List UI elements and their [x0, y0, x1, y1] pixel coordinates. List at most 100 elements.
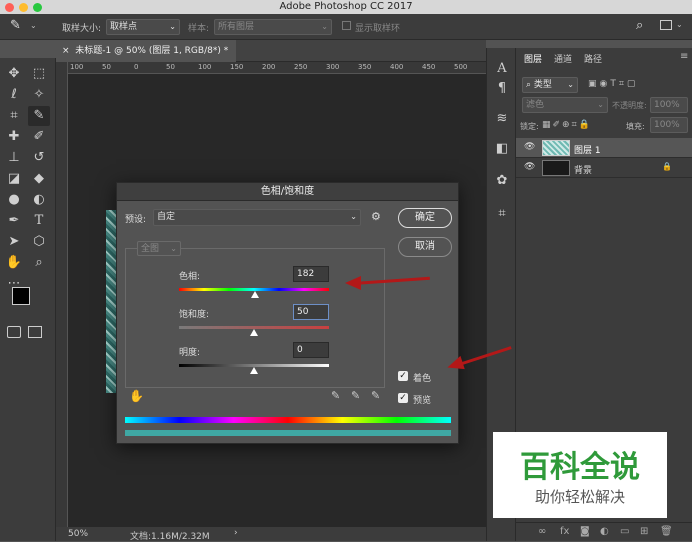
visibility-eye-icon[interactable]: 👁	[524, 142, 535, 152]
magic-wand-tool-icon[interactable]: ✧	[28, 85, 50, 105]
adjustment-layer-icon[interactable]: ◐	[600, 526, 609, 537]
fx-icon[interactable]: fx	[560, 526, 569, 537]
layer-filter-icons[interactable]: ▣◉T⌗▢	[588, 79, 638, 89]
preset-select[interactable]: 自定 ⌄	[153, 209, 361, 226]
chevron-down-icon[interactable]: ⌄	[30, 21, 37, 30]
move-tool-icon[interactable]: ✥	[3, 64, 25, 84]
close-window-button[interactable]	[5, 3, 14, 12]
info-panel-icon[interactable]: ◧	[491, 138, 513, 160]
show-ring-checkbox[interactable]	[342, 21, 351, 30]
lightness-input[interactable]: 0	[293, 342, 329, 358]
clone-stamp-tool-icon[interactable]: ⊥	[3, 148, 25, 168]
visibility-eye-icon[interactable]: 👁	[524, 162, 535, 172]
opacity-input[interactable]: 100%	[650, 97, 688, 113]
layer-row[interactable]: 👁 背景 🔒	[516, 158, 692, 178]
zoom-tool-icon[interactable]: ⌕	[28, 253, 50, 273]
zoom-level[interactable]: 50%	[68, 529, 88, 539]
saturation-slider-thumb[interactable]	[250, 329, 258, 336]
link-layers-icon[interactable]: ∞	[538, 526, 546, 537]
tools-panel: ✥ ⬚ ℓ ✧ ⌗ ✎ ✚ ✐ ⊥ ↺ ◪ ◆ ● ◐ ✒ T ➤ ⬡ ✋ ⌕ …	[0, 58, 56, 541]
new-layer-icon[interactable]: ⊞	[640, 526, 648, 537]
sample-select[interactable]: 所有图层 ⌄	[214, 19, 332, 35]
preset-options-gear-icon[interactable]: ⚙	[371, 210, 381, 223]
eyedropper-tool-preset-icon[interactable]: ✎	[10, 18, 21, 33]
document-tab-bar: × 未标题-1 @ 50% (图层 1, RGB/8*) *	[56, 40, 486, 62]
screen-mode-icon[interactable]	[28, 326, 42, 338]
dodge-tool-icon[interactable]: ◐	[28, 190, 50, 210]
preset-value: 自定	[157, 212, 176, 222]
delete-layer-icon[interactable]: 🗑	[660, 526, 673, 537]
minimize-window-button[interactable]	[19, 3, 28, 12]
eyedropper-subtract-icon[interactable]: ✎	[371, 389, 380, 402]
vertical-ruler	[56, 62, 68, 529]
lasso-tool-icon[interactable]: ℓ	[3, 85, 25, 105]
document-tab-title: 未标题-1 @ 50% (图层 1, RGB/8*) *	[75, 46, 229, 56]
workspace-icon[interactable]	[660, 20, 672, 30]
status-menu-arrow-icon[interactable]: ›	[234, 528, 238, 538]
tab-channels[interactable]: 通道	[554, 52, 572, 65]
fill-label: 填充:	[626, 122, 645, 131]
layer-filter-value: 类型	[533, 80, 552, 90]
path-selection-tool-icon[interactable]: ➤	[3, 232, 25, 252]
workspace-chevron-icon[interactable]: ⌄	[676, 20, 683, 29]
preview-checkbox[interactable]: ✓	[398, 393, 408, 403]
ok-button[interactable]: 确定	[398, 208, 452, 228]
type-tool-icon[interactable]: T	[28, 211, 50, 231]
layer-name[interactable]: 背景	[574, 163, 592, 176]
swatches-panel-icon[interactable]: ✿	[491, 170, 513, 192]
paragraph-panel-icon[interactable]: ¶	[491, 78, 513, 100]
layer-row[interactable]: 👁 图层 1	[516, 138, 692, 158]
colorize-checkbox[interactable]: ✓	[398, 371, 408, 381]
marquee-tool-icon[interactable]: ⬚	[28, 64, 50, 84]
hue-input[interactable]: 182	[293, 266, 329, 282]
eyedropper-icon[interactable]: ✎	[331, 389, 340, 402]
saturation-input[interactable]: 50	[293, 304, 329, 320]
hand-tool-icon[interactable]: ✋	[3, 253, 25, 273]
channel-select[interactable]: 全图 ⌄	[137, 241, 181, 256]
blend-mode-select[interactable]: 滤色 ⌄	[522, 97, 608, 113]
healing-brush-tool-icon[interactable]: ✚	[3, 127, 25, 147]
hue-slider-thumb[interactable]	[250, 291, 259, 298]
quick-mask-icon[interactable]	[7, 326, 21, 338]
zoom-window-button[interactable]	[33, 3, 42, 12]
search-icon: ⌕	[526, 80, 532, 90]
paint-bucket-tool-icon[interactable]: ◆	[28, 169, 50, 189]
sample-size-value: 取样点	[110, 22, 138, 32]
crop-panel-icon[interactable]: ⌗	[491, 203, 513, 225]
lock-icons[interactable]: ▦✐⊕⌗🔒	[542, 120, 592, 130]
sample-size-select[interactable]: 取样点 ⌄	[106, 19, 180, 35]
character-panel-icon[interactable]: A	[491, 58, 513, 80]
layer-filter-select[interactable]: ⌕ 类型 ⌄	[522, 77, 578, 93]
add-mask-icon[interactable]: ◙	[580, 526, 590, 537]
history-brush-tool-icon[interactable]: ↺	[28, 148, 50, 168]
group-icon[interactable]: ▭	[620, 526, 629, 537]
foreground-color-swatch[interactable]	[12, 287, 30, 305]
close-tab-icon[interactable]: ×	[62, 46, 70, 56]
tab-paths[interactable]: 路径	[584, 52, 602, 65]
document-tab[interactable]: × 未标题-1 @ 50% (图层 1, RGB/8*) *	[56, 40, 236, 62]
sample-label: 样本:	[188, 24, 210, 34]
layer-name[interactable]: 图层 1	[574, 143, 601, 156]
sample-value: 所有图层	[218, 22, 255, 32]
lock-label: 锁定:	[520, 122, 539, 131]
targeted-adjustment-hand-icon[interactable]: ✋	[129, 389, 144, 403]
search-icon[interactable]: ⌕	[636, 18, 643, 33]
cancel-button[interactable]: 取消	[398, 237, 452, 257]
fill-input[interactable]: 100%	[650, 117, 688, 133]
title-bar: Adobe Photoshop CC 2017	[0, 0, 692, 14]
layers-panel-icon[interactable]: ≋	[491, 108, 513, 130]
crop-tool-icon[interactable]: ⌗	[3, 106, 25, 126]
lightness-slider-thumb[interactable]	[250, 367, 258, 374]
pen-tool-icon[interactable]: ✒	[3, 211, 25, 231]
output-color-bar	[125, 430, 451, 436]
app-title: Adobe Photoshop CC 2017	[279, 1, 413, 12]
blur-tool-icon[interactable]: ●	[3, 190, 25, 210]
tab-layers[interactable]: 图层	[524, 52, 542, 65]
panel-menu-icon[interactable]: ≡	[680, 51, 688, 62]
eyedropper-add-icon[interactable]: ✎	[351, 389, 360, 402]
shape-tool-icon[interactable]: ⬡	[28, 232, 50, 252]
eraser-tool-icon[interactable]: ◪	[3, 169, 25, 189]
eyedropper-tool-icon[interactable]: ✎	[28, 106, 50, 126]
ruler-tick-label: 50	[166, 63, 175, 71]
brush-tool-icon[interactable]: ✐	[28, 127, 50, 147]
